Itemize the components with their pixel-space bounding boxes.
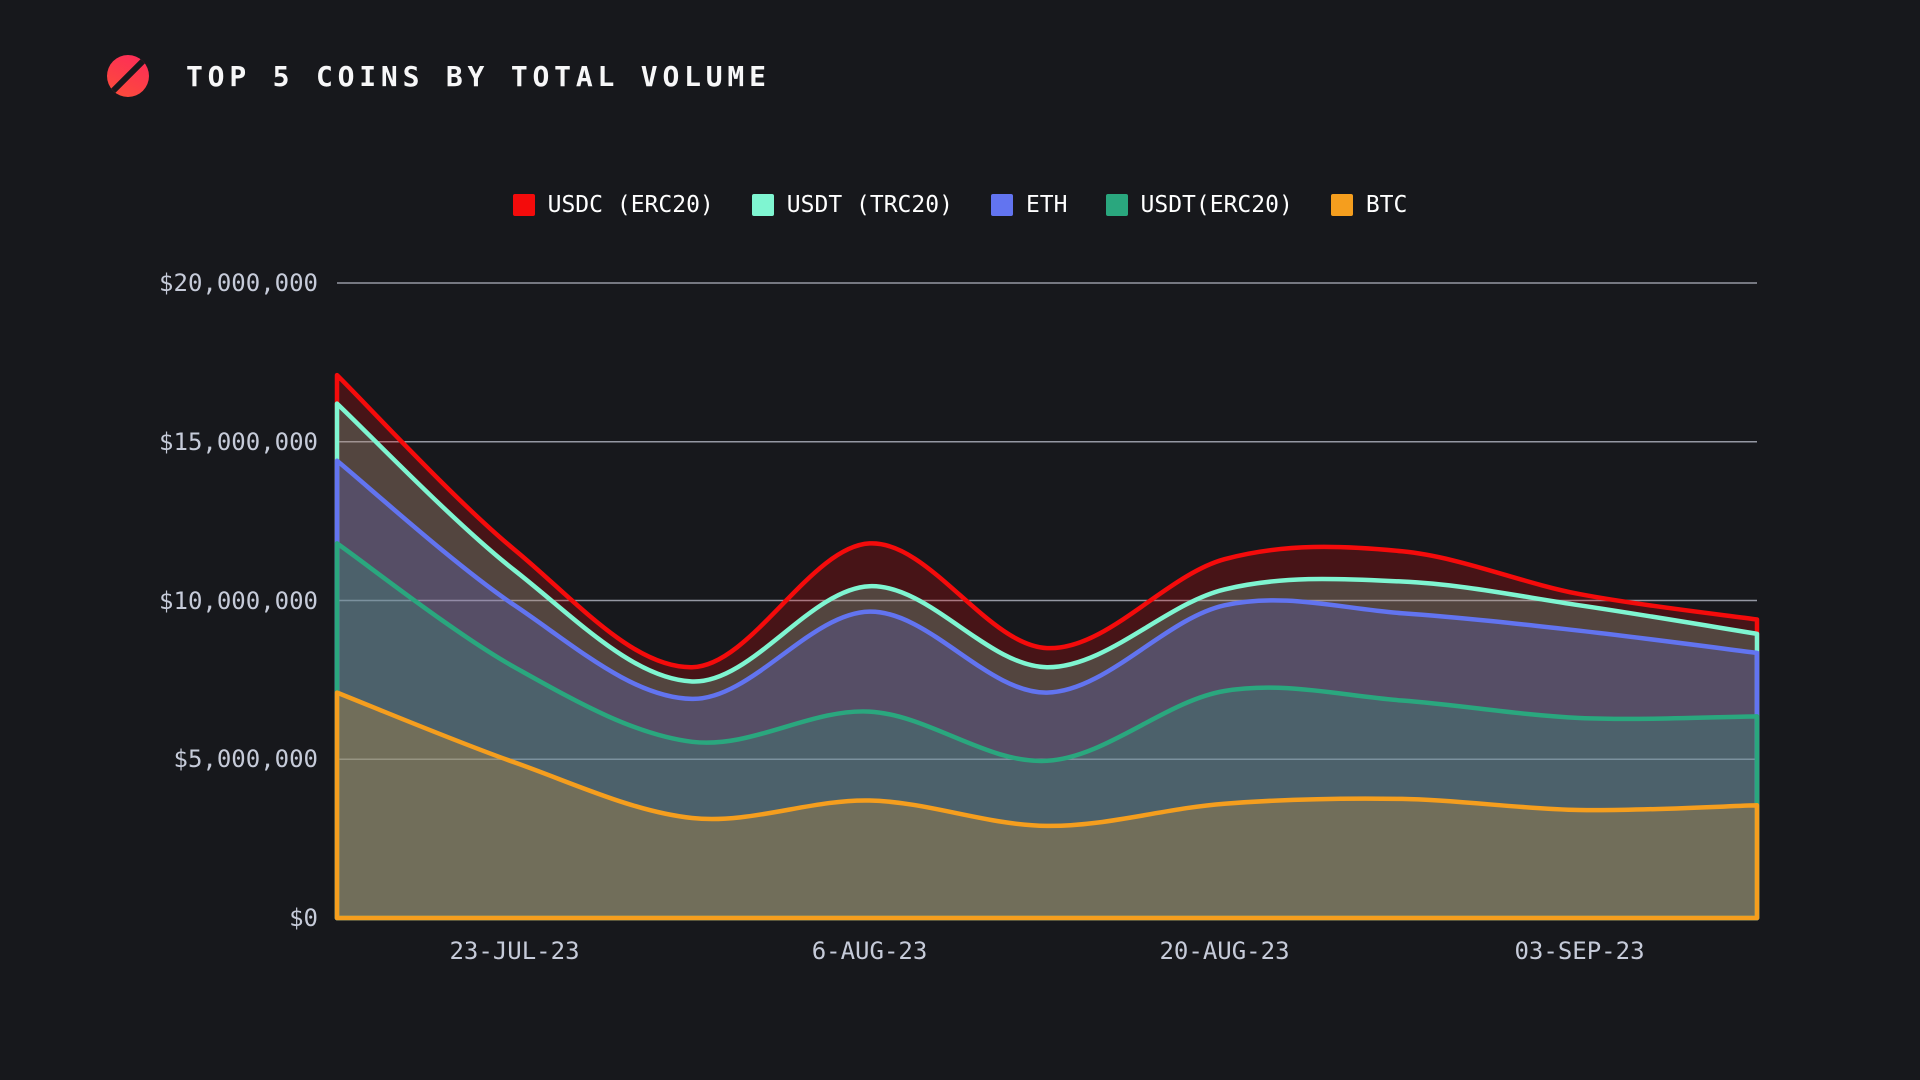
y-axis-tick-label: $20,000,000 xyxy=(58,268,318,298)
x-axis-tick-label: 20-AUG-23 xyxy=(1159,936,1289,966)
y-axis-tick-label: $0 xyxy=(58,903,318,933)
y-axis-tick-label: $5,000,000 xyxy=(58,744,318,774)
y-axis-tick-label: $10,000,000 xyxy=(58,586,318,616)
y-axis-tick-label: $15,000,000 xyxy=(58,427,318,457)
x-axis-tick-label: 23-JUL-23 xyxy=(449,936,579,966)
x-axis-tick-label: 6-AUG-23 xyxy=(812,936,928,966)
x-axis-tick-label: 03-SEP-23 xyxy=(1514,936,1644,966)
dashboard: TOP 5 COINS BY TOTAL VOLUME USDC (ERC20)… xyxy=(0,0,1920,1080)
